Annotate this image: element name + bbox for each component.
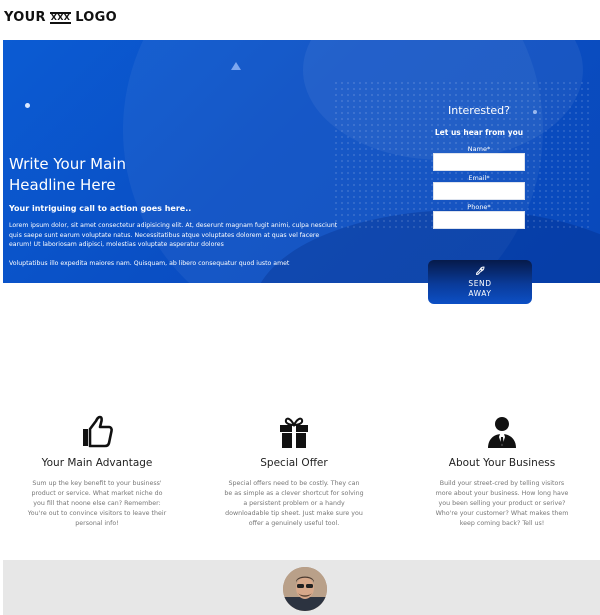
send-away-button[interactable]: SEND AWAY — [428, 260, 532, 304]
feature-title: About Your Business — [448, 457, 556, 469]
email-input[interactable] — [433, 182, 525, 200]
lead-form: Interested? Let us hear from you Name* E… — [424, 104, 534, 229]
send-away-label: SEND AWAY — [468, 279, 492, 298]
feature-title: Special Offer — [260, 457, 328, 469]
site-header: YOUR XXX LOGO — [0, 0, 600, 40]
person-tie-icon — [488, 417, 516, 448]
headline-line-1: Write Your Main — [9, 155, 126, 173]
email-field-group: Email* — [424, 174, 534, 200]
hero-headline: Write Your Main Headline Here — [9, 154, 339, 196]
logo-word-right: LOGO — [75, 10, 117, 25]
feature-main-advantage: Your Main Advantage Sum up the key benef… — [27, 415, 167, 529]
hero-call-to-action: Your intriguing call to action goes here… — [9, 204, 192, 213]
hero-paragraph-2: Voluptatibus illo expedita maiores nam. … — [9, 259, 290, 267]
feature-about-business: About Your Business Build your street-cr… — [432, 415, 572, 529]
form-title: Interested? — [448, 104, 510, 117]
form-subtitle: Let us hear from you — [434, 128, 524, 137]
avatar — [283, 567, 327, 611]
name-label: Name* — [467, 145, 491, 153]
phone-label: Phone* — [467, 203, 491, 211]
site-logo[interactable]: YOUR XXX LOGO — [4, 10, 117, 25]
logo-word-left: YOUR — [4, 10, 46, 25]
phone-input[interactable] — [433, 211, 525, 229]
feature-text: Sum up the key benefit to your business'… — [27, 480, 167, 527]
email-label: Email* — [468, 174, 490, 182]
avatar-photo — [283, 567, 327, 611]
logo-word-mid: XXX — [49, 11, 72, 24]
feature-special-offer: Special Offer Special offers need to be … — [224, 415, 364, 529]
name-field-group: Name* — [424, 145, 534, 171]
hero-text-block: Write Your Main Headline Here Your intri… — [9, 154, 339, 268]
thumbs-up-icon — [83, 415, 113, 448]
rocket-icon — [476, 266, 485, 275]
feature-text: Special offers need to be costly. They c… — [224, 480, 364, 527]
name-input[interactable] — [433, 153, 525, 171]
phone-field-group: Phone* — [424, 203, 534, 229]
headline-line-2: Headline Here — [9, 176, 116, 194]
feature-title: Your Main Advantage — [41, 457, 153, 469]
dot-decoration — [25, 103, 30, 108]
triangle-decoration — [231, 62, 241, 70]
gift-icon — [280, 417, 308, 448]
feature-text: Build your street-cred by telling visito… — [435, 480, 569, 527]
hero-paragraph: Lorem ipsum dolor, sit amet consectetur … — [9, 222, 338, 248]
